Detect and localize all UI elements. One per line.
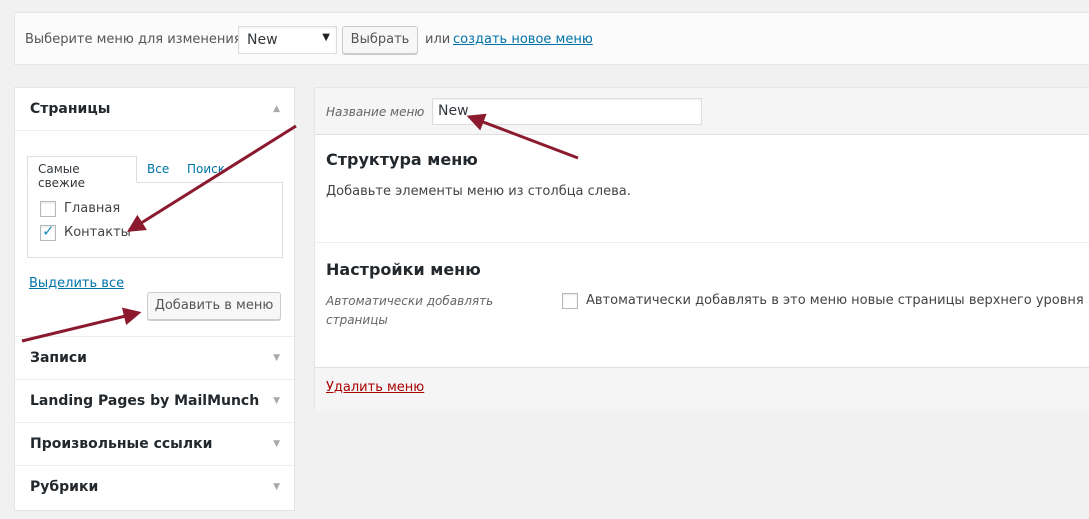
section-posts[interactable]: Записи ▼ xyxy=(15,337,294,380)
page-checkbox-home[interactable] xyxy=(40,201,56,217)
checkmark-icon: ✓ xyxy=(42,222,55,240)
section-custom-links-title: Произвольные ссылки xyxy=(30,436,213,452)
section-landing-pages[interactable]: Landing Pages by MailMunch ▼ xyxy=(15,380,294,423)
select-all-link[interactable]: Выделить все xyxy=(29,276,124,291)
dropdown-arrow-icon: ▼ xyxy=(322,32,330,43)
pages-section-header[interactable]: Страницы ▲ xyxy=(15,88,294,131)
tab-all[interactable]: Все xyxy=(147,162,169,176)
divider xyxy=(315,242,1089,243)
section-landing-pages-title: Landing Pages by MailMunch xyxy=(30,393,260,409)
auto-add-checkbox-label[interactable]: Автоматически добавлять в это меню новые… xyxy=(586,293,1084,308)
menu-select-bar: Выберите меню для изменения: New ▼ Выбра… xyxy=(14,12,1089,65)
section-custom-links[interactable]: Произвольные ссылки ▼ xyxy=(15,423,294,466)
menu-select-dropdown[interactable]: New ▼ xyxy=(238,26,337,54)
section-posts-title: Записи xyxy=(30,350,87,366)
menu-structure-heading: Структура меню xyxy=(326,150,478,169)
pages-tabs: Самые свежие Все Поиск xyxy=(27,156,283,190)
pages-section-title: Страницы xyxy=(30,101,111,117)
choose-menu-button[interactable]: Выбрать xyxy=(342,26,418,54)
collapse-up-icon: ▲ xyxy=(273,104,280,114)
auto-add-checkbox[interactable] xyxy=(562,293,578,309)
create-new-menu-link[interactable]: создать новое меню xyxy=(453,32,593,47)
page-checkbox-contacts[interactable]: ✓ xyxy=(40,222,56,241)
section-categories[interactable]: Рубрики ▼ xyxy=(15,466,294,509)
tab-most-recent[interactable]: Самые свежие xyxy=(27,156,137,190)
delete-menu-link[interactable]: Удалить меню xyxy=(326,380,424,395)
expand-down-icon: ▼ xyxy=(273,353,280,363)
menu-footer-bar: Удалить меню xyxy=(315,367,1089,411)
tab-search[interactable]: Поиск xyxy=(187,162,225,176)
add-to-menu-button[interactable]: Добавить в меню xyxy=(147,292,281,320)
or-text: или xyxy=(425,32,451,47)
menu-name-bar: Название меню New xyxy=(315,88,1089,135)
section-categories-title: Рубрики xyxy=(30,479,99,495)
menu-structure-description: Добавьте элементы меню из столбца слева. xyxy=(326,184,631,199)
expand-down-icon: ▼ xyxy=(273,439,280,449)
menu-select-value: New xyxy=(247,32,278,48)
menu-name-input[interactable]: New xyxy=(432,98,702,125)
pages-checklist: Главная ✓ Контакты xyxy=(27,182,283,258)
menu-settings-heading: Настройки меню xyxy=(326,260,481,279)
menu-items-accordion: Страницы ▲ Самые свежие Все Поиск Главна… xyxy=(14,87,295,511)
menu-name-label: Название меню xyxy=(326,105,425,119)
page-label-contacts: Контакты xyxy=(64,225,131,240)
menu-editor-panel: Название меню New Структура меню Добавьт… xyxy=(314,87,1089,411)
expand-down-icon: ▼ xyxy=(273,396,280,406)
pages-section-body: Самые свежие Все Поиск Главная ✓ Контакт… xyxy=(15,131,294,337)
page-label-home: Главная xyxy=(64,201,121,216)
expand-down-icon: ▼ xyxy=(273,482,280,492)
auto-add-label: Автоматически добавлять страницы xyxy=(326,294,494,327)
period-text: . xyxy=(582,32,587,47)
select-menu-label: Выберите меню для изменения: xyxy=(25,32,247,47)
